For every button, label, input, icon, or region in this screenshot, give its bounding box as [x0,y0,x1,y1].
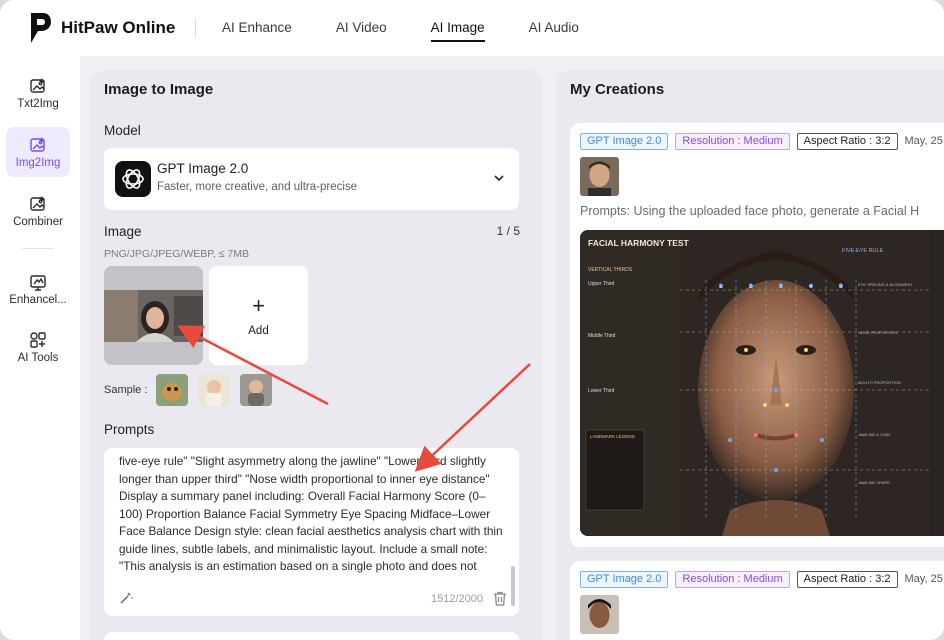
main-nav: AI Enhance AI Video AI Image AI Audio [222,0,623,56]
image-count: 1 / 5 [496,224,520,238]
sidebar-item-label: Txt2Img [17,97,59,110]
generated-result-image[interactable]: FACIAL HARMONY TEST VERTICAL THIRDS Uppe… [580,230,944,536]
creations-title: My Creations [570,81,665,98]
model-selector[interactable]: GPT Image 2.0 Faster, more creative, and… [104,148,519,210]
add-image-button[interactable]: + Add [209,266,308,365]
result-section-label: MOUTH PROPORTION [858,380,901,385]
add-label: Add [248,324,269,337]
creation-card: GPT Image 2.0 Resolution : Medium Aspect… [570,123,944,547]
creation-date: May, 25 [904,135,943,147]
my-creations-panel: My Creations GPT Image 2.0 Resolution : … [556,70,944,640]
next-settings-section [104,632,519,640]
sidebar-item-label: AI Tools [17,351,59,364]
tools-grid-icon [30,331,46,348]
sidebar-divider [22,248,54,249]
image-convert-icon [30,136,45,152]
result-section-label: JAWLINE SHAPE [858,480,890,485]
sidebar-item-label: Combiner [13,215,63,228]
sidebar-item-label: Img2Img [15,156,61,169]
image-text-icon [30,77,45,93]
result-five-eye-rule: FIVE-EYE RULE [842,248,884,254]
sidebar-item-enhancer[interactable]: Enhancel... [6,264,70,314]
result-lower-third: Lower Third [588,388,615,394]
prompts-label: Prompts [104,422,155,437]
nav-ai-video[interactable]: AI Video [336,0,387,56]
creation-card: GPT Image 2.0 Resolution : Medium Aspect… [570,561,944,640]
sidebar-item-txt2img[interactable]: Txt2Img [6,68,70,118]
creation-prompt: Prompts: Using the uploaded face photo, … [580,204,920,218]
image-to-image-panel: Image to Image Model GPT Image 2.0 Faste… [90,70,542,640]
image-format-hint: PNG/JPG/JPEG/WEBP, ≤ 7MB [104,248,250,260]
sample-label: Sample : [104,384,148,396]
hitpaw-logo-icon [30,13,51,43]
sidebar-item-combiner[interactable]: Combiner [6,186,70,236]
prompt-text[interactable]: five-eye rule" "Slight asymmetry along t… [119,453,505,573]
model-name: GPT Image 2.0 [157,161,249,176]
uploaded-image-thumbnail[interactable] [104,266,203,365]
sample-image-dog[interactable] [156,374,188,406]
chevron-down-icon [494,175,504,182]
workspace: Image to Image Model GPT Image 2.0 Faste… [80,56,944,640]
prompt-textarea[interactable]: five-eye rule" "Slight asymmetry along t… [104,448,519,616]
reference-image-thumbnail[interactable] [580,595,619,634]
brand-name: HitPaw Online [61,18,176,37]
result-vertical-thirds: VERTICAL THIRDS [588,267,633,273]
sample-image-child[interactable] [240,374,272,406]
nav-ai-audio[interactable]: AI Audio [529,0,579,56]
trash-icon[interactable] [493,591,507,606]
model-description: Faster, more creative, and ultra-precise [157,181,358,193]
image-label: Image [104,224,142,239]
sidebar-item-label: Enhancel... [9,293,67,306]
openai-logo-icon [115,161,151,197]
app-window: HitPaw Online AI Enhance AI Video AI Ima… [0,0,944,640]
result-upper-third: Upper Third [588,281,615,287]
model-label: Model [104,123,141,138]
creation-tags: GPT Image 2.0 Resolution : Medium Aspect… [580,571,943,588]
aspect-ratio-tag: Aspect Ratio : 3:2 [796,133,898,150]
model-tag: GPT Image 2.0 [580,571,669,588]
creation-date: May, 25 [904,573,943,585]
resolution-tag: Resolution : Medium [675,133,790,150]
nav-ai-enhance[interactable]: AI Enhance [222,0,292,56]
prompt-scrollbar[interactable] [511,566,515,606]
tool-sidebar: Txt2Img Img2Img Combiner Enhancel... AI [0,56,80,640]
model-tag: GPT Image 2.0 [580,133,669,150]
result-section-label: NOSE PROPORTION [858,330,897,335]
result-section-label: EYE SPACING & ALIGNMENT [858,282,913,287]
sidebar-item-img2img[interactable]: Img2Img [6,127,70,177]
result-section-label: JAWLINE & CHIN [858,432,890,437]
brand-logo[interactable]: HitPaw Online [27,11,175,45]
resolution-tag: Resolution : Medium [675,571,790,588]
image-combine-icon [30,195,45,211]
reference-image-thumbnail[interactable] [580,157,619,196]
character-count: 1512/2000 [431,593,483,605]
sample-image-baby[interactable] [198,374,230,406]
nav-ai-image[interactable]: AI Image [430,0,485,56]
sidebar-item-ai-tools[interactable]: AI Tools [6,322,70,372]
plus-icon: + [252,292,265,318]
nav-divider [195,18,196,38]
enhance-icon [30,274,46,291]
result-heading: FACIAL HARMONY TEST [588,238,690,248]
result-middle-third: Middle Third [588,333,616,339]
magic-wand-icon[interactable] [118,590,134,606]
top-navigation-bar: HitPaw Online AI Enhance AI Video AI Ima… [0,0,944,56]
aspect-ratio-tag: Aspect Ratio : 3:2 [796,571,898,588]
panel-title: Image to Image [104,81,214,98]
creation-tags: GPT Image 2.0 Resolution : Medium Aspect… [580,133,943,150]
result-legend-title: LANDMARK LEGEND [590,434,636,439]
